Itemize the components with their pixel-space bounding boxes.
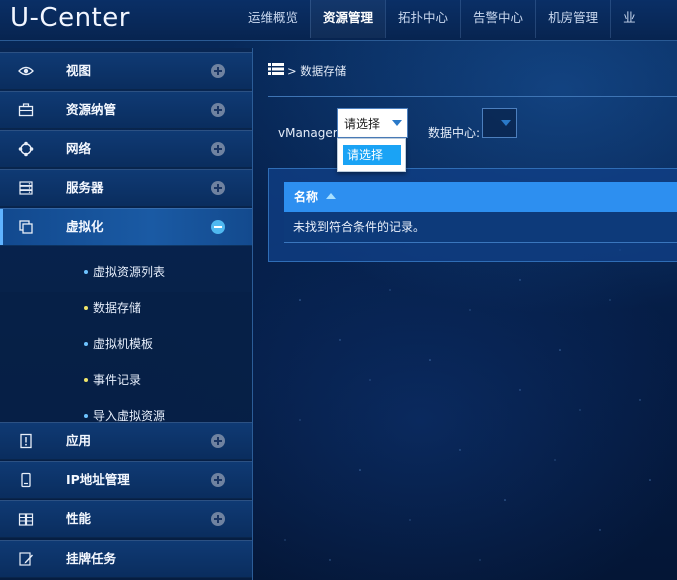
breadcrumb-current: 数据存储 [300, 64, 347, 78]
expand-plus-icon[interactable] [211, 473, 225, 487]
dropdown-option-please-select[interactable]: 请选择 [343, 145, 401, 165]
sidebar-item-label: 性能 [66, 511, 92, 526]
empty-message: 未找到符合条件的记录。 [293, 220, 426, 234]
sidebar-item-label: 虚拟化 [66, 219, 104, 234]
sidebar-item-label: IP地址管理 [66, 472, 130, 487]
vmanager-dropdown-menu: 请选择 [337, 138, 406, 172]
divider [268, 96, 677, 97]
nav-business[interactable]: 业 [610, 0, 648, 38]
expand-plus-icon[interactable] [211, 103, 225, 117]
briefcase-icon [18, 102, 34, 118]
nav-datacenter-management[interactable]: 机房管理 [535, 0, 610, 38]
expand-plus-icon[interactable] [211, 434, 225, 448]
app-logo[interactable]: U-Center [10, 2, 130, 34]
vmanager-selected-value: 请选择 [344, 117, 381, 131]
vmanager-label: vManager: [278, 126, 342, 140]
nav-topology-center[interactable]: 拓扑中心 [385, 0, 460, 38]
sidebar-item-ip-management[interactable]: IP地址管理 [0, 461, 252, 499]
sidebar-item-label: 资源纳管 [66, 102, 117, 117]
submenu-data-storage[interactable]: 数据存储 [84, 298, 141, 318]
breadcrumb: > 数据存储 [268, 62, 346, 80]
sidebar-item-label: 挂牌任务 [66, 551, 117, 566]
top-nav: 运维概览 资源管理 拓扑中心 告警中心 机房管理 业 [236, 0, 648, 38]
app-icon [18, 433, 34, 449]
sort-ascending-icon[interactable] [326, 193, 336, 199]
sidebar-item-resource-onboarding[interactable]: 资源纳管 [0, 91, 252, 129]
sidebar-item-network[interactable]: 网络 [0, 130, 252, 168]
sidebar-item-listing-task[interactable]: 挂牌任务 [0, 540, 252, 578]
bullet-dot-icon [84, 377, 88, 382]
table-row: 未找到符合条件的记录。 [284, 212, 677, 243]
edit-icon [18, 551, 34, 567]
chevron-down-icon [501, 120, 511, 126]
datacenter-select[interactable] [482, 108, 517, 138]
bullet-dot-icon [84, 305, 88, 310]
sidebar-item-virtualization[interactable]: 虚拟化 [0, 208, 252, 246]
chevron-down-icon [392, 120, 402, 126]
network-icon [18, 141, 34, 157]
sidebar-item-performance[interactable]: 性能 [0, 500, 252, 538]
expand-plus-icon[interactable] [211, 142, 225, 156]
top-header: U-Center 运维概览 资源管理 拓扑中心 告警中心 机房管理 业 [0, 0, 677, 41]
list-icon [268, 62, 284, 80]
sidebar: 视图 资源纳管 网络 服务器 虚拟化 虚拟资源列表 数据存储 虚拟机模板 事件记… [0, 48, 253, 580]
nav-alarm-center[interactable]: 告警中心 [460, 0, 535, 38]
eye-icon [18, 63, 34, 79]
column-header-name[interactable]: 名称 [294, 182, 318, 212]
collapse-minus-icon[interactable] [211, 220, 225, 234]
sidebar-item-application[interactable]: 应用 [0, 422, 252, 460]
database-icon [18, 511, 34, 527]
sidebar-item-view[interactable]: 视图 [0, 52, 252, 90]
expand-plus-icon[interactable] [211, 512, 225, 526]
expand-plus-icon[interactable] [211, 64, 225, 78]
sidebar-item-label: 服务器 [66, 180, 104, 195]
bullet-dot-icon [84, 413, 88, 418]
server-icon [18, 180, 34, 196]
bullet-dot-icon [84, 269, 88, 274]
submenu-virtual-resource-list[interactable]: 虚拟资源列表 [84, 262, 165, 282]
datacenter-label: 数据中心: [428, 126, 481, 140]
copy-icon [18, 219, 34, 235]
nav-ops-overview[interactable]: 运维概览 [236, 0, 310, 38]
nav-resource-management[interactable]: 资源管理 [310, 0, 386, 38]
bullet-dot-icon [84, 341, 88, 346]
sidebar-item-label: 网络 [66, 141, 92, 156]
submenu-event-log[interactable]: 事件记录 [84, 370, 141, 390]
expand-plus-icon[interactable] [211, 181, 225, 195]
phone-icon [18, 472, 34, 488]
table-header: 名称 [284, 182, 677, 212]
vmanager-select[interactable]: 请选择 [337, 108, 408, 138]
breadcrumb-separator: > [287, 64, 297, 78]
sidebar-item-server[interactable]: 服务器 [0, 169, 252, 207]
sidebar-item-label: 应用 [66, 433, 92, 448]
sidebar-item-label: 视图 [66, 63, 92, 78]
submenu-vm-template[interactable]: 虚拟机模板 [84, 334, 153, 354]
